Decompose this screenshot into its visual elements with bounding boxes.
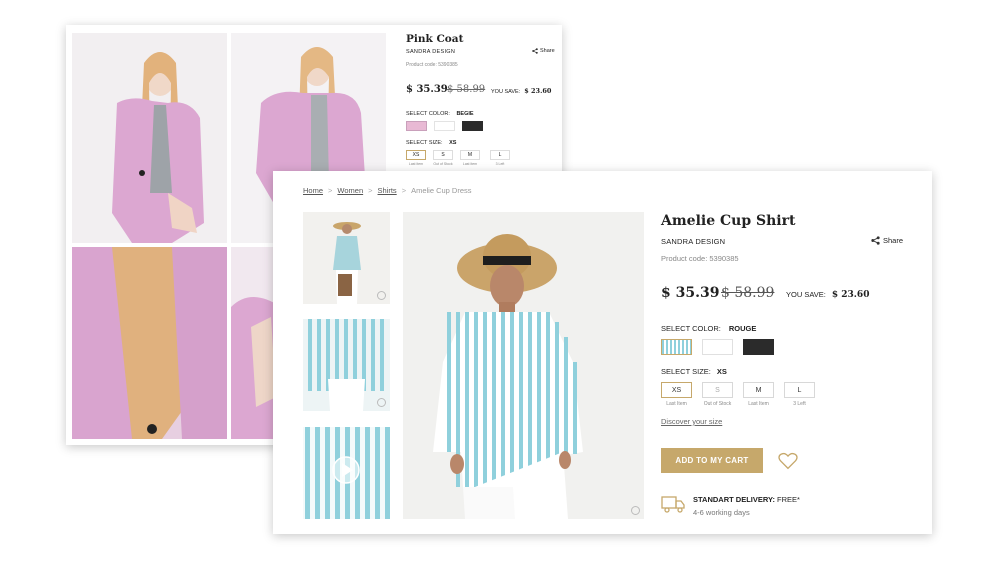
breadcrumb-shirts[interactable]: Shirts [378, 186, 397, 195]
color-value: ROUGE [728, 324, 757, 333]
zoom-icon[interactable] [377, 291, 386, 300]
color-swatch-white[interactable] [702, 339, 733, 355]
share-label: Share [883, 236, 904, 245]
thumbnail-video[interactable] [303, 427, 390, 519]
breadcrumb: Home > Women > Shirts > Amelie Cup Dress [303, 186, 472, 195]
size-option-s[interactable]: S [433, 150, 453, 160]
size-option-l[interactable]: L [490, 150, 510, 160]
size-note-s: Out of Stock [703, 401, 732, 407]
size-note-m: Last item [462, 162, 478, 166]
you-save: YOU SAVE: $ 23.60 [491, 87, 551, 95]
you-save: YOU SAVE: $ 23.60 [786, 290, 869, 300]
select-size-label: SELECT SIZE: XS [406, 140, 456, 146]
size-note-l: 3 Left [793, 401, 806, 407]
heart-icon[interactable] [778, 452, 798, 470]
delivery-label: STANDART DELIVERY: [693, 495, 775, 504]
current-price: $ 35.39 [406, 84, 448, 95]
brand-name: SANDRA DESIGN [406, 49, 456, 55]
color-label: SELECT COLOR: [661, 324, 721, 333]
color-swatch-striped[interactable] [661, 339, 692, 355]
product-page-amelie-shirt: Home > Women > Shirts > Amelie Cup Dress [273, 171, 932, 534]
breadcrumb-separator: > [328, 186, 333, 195]
old-price: $ 58.99 [447, 84, 486, 95]
you-save-label: YOU SAVE: [491, 89, 521, 95]
color-label: SELECT COLOR: [406, 111, 450, 117]
size-option-m[interactable]: M [460, 150, 480, 160]
breadcrumb-women[interactable]: Women [337, 186, 363, 195]
share-button[interactable]: Share [871, 236, 903, 245]
share-label: Share [540, 48, 555, 54]
select-color-label: SELECT COLOR: BEGIE [406, 111, 474, 117]
product-title: Amelie Cup Shirt [661, 213, 796, 229]
size-note-m: Last Item [748, 401, 769, 407]
size-note-l: 3 Left [495, 162, 505, 166]
select-color-label: SELECT COLOR: ROUGE [661, 324, 756, 333]
size-option-s[interactable]: S [702, 382, 733, 398]
size-option-xs[interactable]: XS [661, 382, 692, 398]
size-value: XS [716, 367, 727, 376]
share-icon [532, 48, 538, 54]
size-option-m[interactable]: M [743, 382, 774, 398]
product-photo-1[interactable] [72, 33, 227, 243]
truck-icon [661, 496, 685, 513]
thumbnail-1[interactable] [303, 212, 390, 304]
size-note-xs: Last item [408, 162, 424, 166]
add-to-cart-button[interactable]: ADD TO MY CART [661, 448, 763, 473]
you-save-value: $ 23.60 [524, 87, 552, 95]
size-note-xs: Last Item [666, 401, 687, 407]
size-value: XS [449, 140, 457, 146]
main-product-image[interactable] [403, 212, 644, 519]
size-label: SELECT SIZE: [661, 367, 711, 376]
product-code: Product code: 5390385 [661, 254, 739, 263]
breadcrumb-separator: > [401, 186, 407, 195]
size-label: SELECT SIZE: [406, 140, 443, 146]
old-price: $ 58.99 [721, 285, 775, 301]
you-save-value: $ 23.60 [831, 290, 870, 300]
current-price: $ 35.39 [661, 285, 720, 301]
product-photo-3[interactable] [72, 247, 227, 439]
color-swatch-black[interactable] [462, 121, 483, 131]
product-title: Pink Coat [406, 33, 464, 45]
share-icon [871, 236, 880, 245]
delivery-value: FREE* [777, 495, 800, 504]
color-swatch-pink[interactable] [406, 121, 427, 131]
size-option-xs[interactable]: XS [406, 150, 426, 160]
color-swatch-black[interactable] [743, 339, 774, 355]
thumbnail-2[interactable] [303, 319, 390, 411]
zoom-icon[interactable] [631, 506, 640, 515]
breadcrumb-current: Amelie Cup Dress [411, 186, 472, 195]
share-button[interactable]: Share [532, 48, 555, 54]
size-note-s: Out of Stock [433, 162, 453, 166]
color-swatch-white[interactable] [434, 121, 455, 131]
brand-name: SANDRA DESIGN [661, 237, 726, 246]
you-save-label: YOU SAVE: [786, 290, 826, 299]
zoom-icon[interactable] [377, 398, 386, 407]
delivery-info: STANDART DELIVERY: FREE* [693, 495, 800, 504]
select-size-label: SELECT SIZE: XS [661, 367, 727, 376]
size-option-l[interactable]: L [784, 382, 815, 398]
play-icon [332, 456, 360, 484]
discover-size-link[interactable]: Discover your size [661, 417, 722, 426]
breadcrumb-separator: > [368, 186, 373, 195]
color-value: BEGIE [456, 111, 474, 117]
delivery-days: 4-6 working days [693, 508, 750, 517]
breadcrumb-home[interactable]: Home [303, 186, 323, 195]
product-code: Product code: 5390385 [406, 62, 458, 68]
